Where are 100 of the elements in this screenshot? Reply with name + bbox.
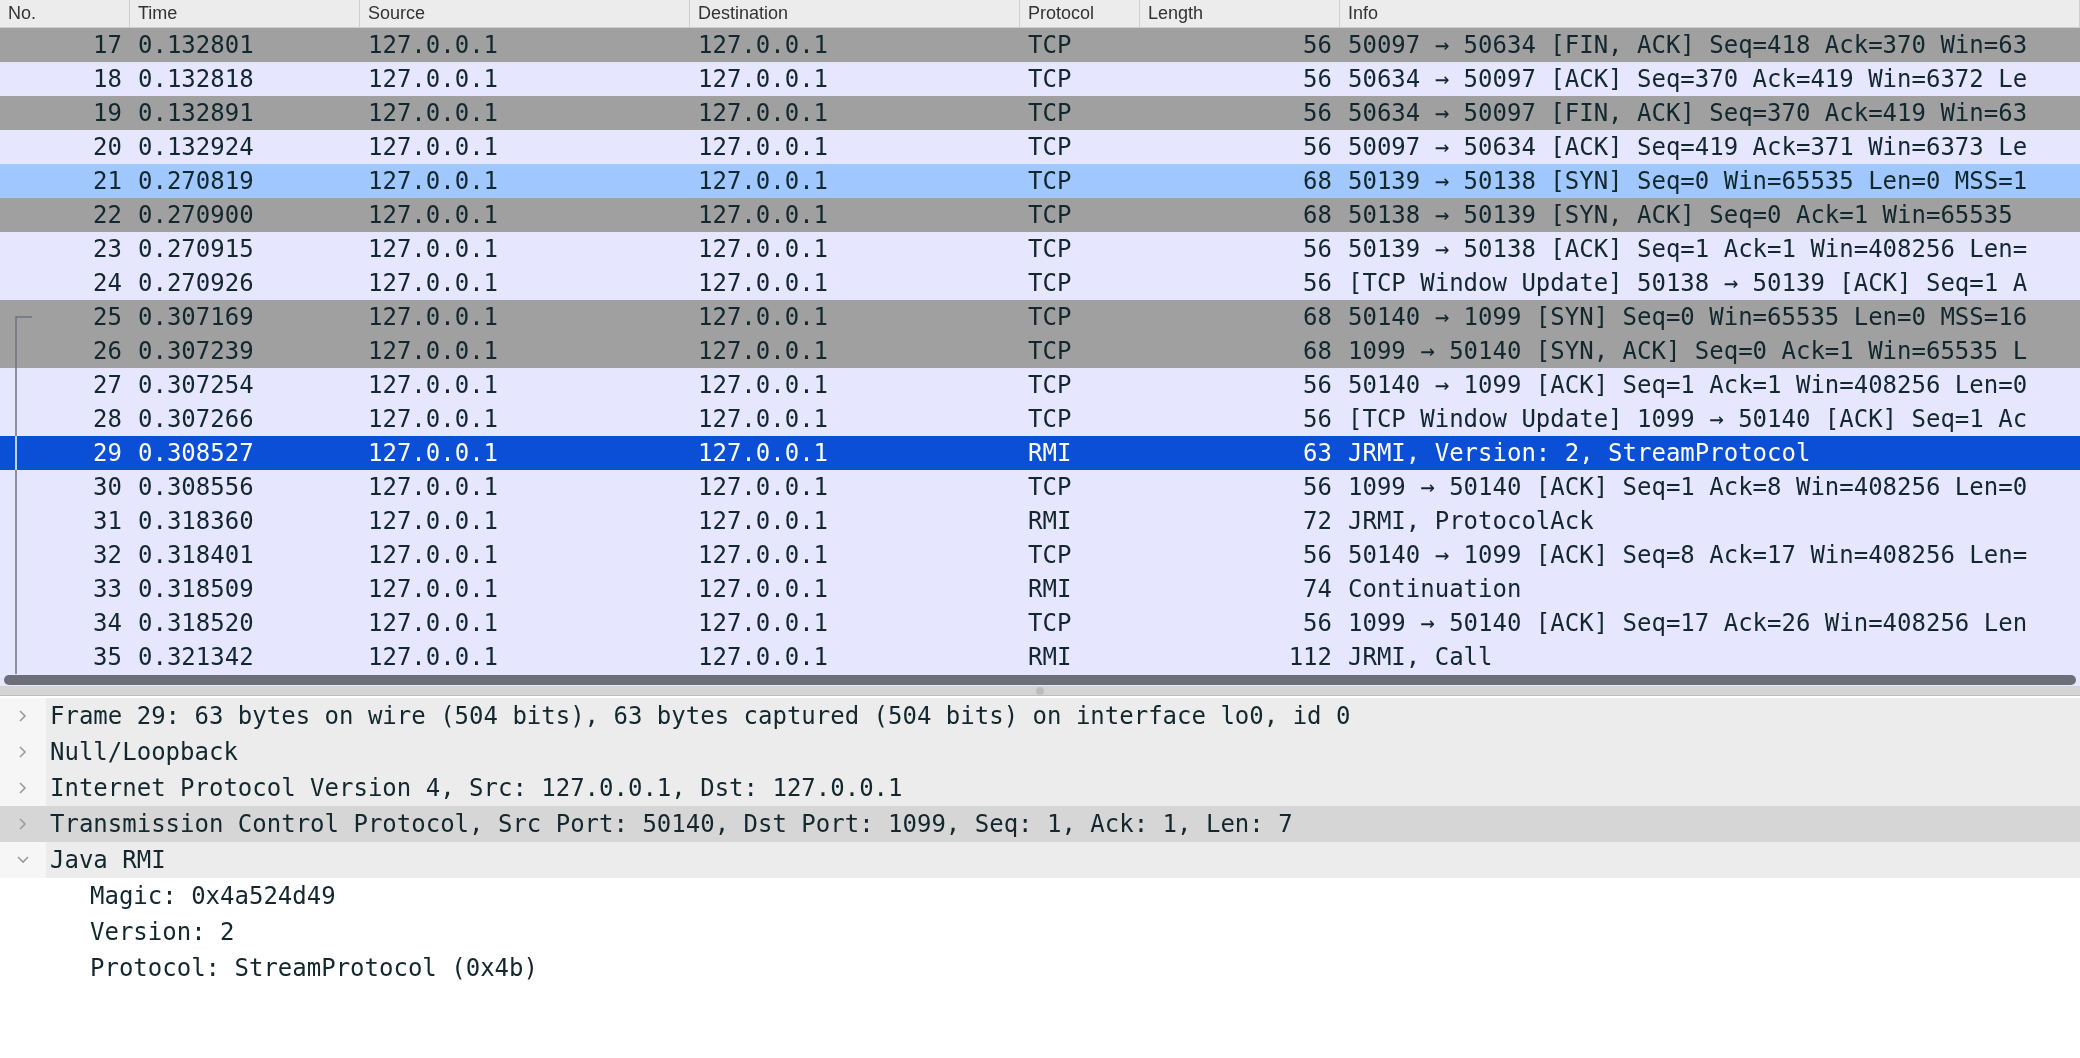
packet-destination: 127.0.0.1: [698, 405, 829, 433]
packet-source: 127.0.0.1: [368, 371, 499, 399]
packet-source: 127.0.0.1: [368, 269, 499, 297]
packet-source: 127.0.0.1: [368, 167, 499, 195]
packet-destination: 127.0.0.1: [698, 643, 829, 671]
packet-row[interactable]: 22 0.270900 127.0.0.1 127.0.0.1 TCP 68 50138 → 50139 [SYN, ACK] Seq=0 Ack=1 Win=65535: [0, 198, 2080, 232]
packet-info: 50634 → 50097 [ACK] Seq=370 Ack=419 Win=6372 Le: [1348, 65, 2028, 93]
packet-protocol: TCP: [1028, 541, 1072, 569]
packet-source: 127.0.0.1: [368, 303, 499, 331]
packet-destination: 127.0.0.1: [698, 541, 829, 569]
packet-row[interactable]: 29 0.308527 127.0.0.1 127.0.0.1 RMI 63 JRMI, Version: 2, StreamProtocol: [0, 436, 2080, 470]
packet-source: 127.0.0.1: [368, 473, 499, 501]
packet-info: 50634 → 50097 [FIN, ACK] Seq=370 Ack=419 Win=63: [1348, 99, 2028, 127]
column-header[interactable]: Time: [130, 0, 360, 27]
packet-length: 56: [1303, 99, 1332, 127]
detail-tree-item[interactable]: Frame 29: 63 bytes on wire (504 bits), 63 bytes captured (504 bits) on interface lo0, id 0: [0, 698, 2080, 734]
packet-length: 68: [1303, 167, 1332, 195]
column-header[interactable]: No.: [0, 0, 130, 27]
column-header[interactable]: Source: [360, 0, 690, 27]
packet-row[interactable]: 18 0.132818 127.0.0.1 127.0.0.1 TCP 56 50634 → 50097 [ACK] Seq=370 Ack=419 Win=6372 Le: [0, 62, 2080, 96]
packet-protocol: RMI: [1028, 575, 1072, 603]
packet-row[interactable]: 30 0.308556 127.0.0.1 127.0.0.1 TCP 56 1099 → 50140 [ACK] Seq=1 Ack=8 Win=408256 Len=0: [0, 470, 2080, 504]
packet-number: 21: [93, 167, 122, 195]
packet-destination: 127.0.0.1: [698, 337, 829, 365]
packet-length: 56: [1303, 405, 1332, 433]
packet-source: 127.0.0.1: [368, 65, 499, 93]
packet-time: 0.318360: [138, 507, 254, 535]
packet-protocol: TCP: [1028, 303, 1072, 331]
packet-time: 0.307254: [138, 371, 254, 399]
packet-source: 127.0.0.1: [368, 643, 499, 671]
detail-tree-item[interactable]: Null/Loopback: [0, 734, 2080, 770]
packet-destination: 127.0.0.1: [698, 65, 829, 93]
packet-number: 29: [93, 439, 122, 467]
packet-info: 50139 → 50138 [ACK] Seq=1 Ack=1 Win=408256 Len=: [1348, 235, 2028, 263]
packet-protocol: TCP: [1028, 337, 1072, 365]
packet-length: 68: [1303, 303, 1332, 331]
packet-number: 32: [93, 541, 122, 569]
packet-time: 0.318401: [138, 541, 254, 569]
packet-row[interactable]: 19 0.132891 127.0.0.1 127.0.0.1 TCP 56 50634 → 50097 [FIN, ACK] Seq=370 Ack=419 Win=63: [0, 96, 2080, 130]
packet-number: 35: [93, 643, 122, 671]
packet-source: 127.0.0.1: [368, 201, 499, 229]
packet-row[interactable]: 33 0.318509 127.0.0.1 127.0.0.1 RMI 74 Continuation: [0, 572, 2080, 606]
packet-source: 127.0.0.1: [368, 575, 499, 603]
packet-info: 50140 → 1099 [SYN] Seq=0 Win=65535 Len=0 MSS=16: [1348, 303, 2028, 331]
column-header[interactable]: Info: [1340, 0, 2080, 27]
packet-length: 63: [1303, 439, 1332, 467]
packet-number: 34: [93, 609, 122, 637]
packet-protocol: TCP: [1028, 65, 1072, 93]
packet-row[interactable]: 26 0.307239 127.0.0.1 127.0.0.1 TCP 68 1099 → 50140 [SYN, ACK] Seq=0 Ack=1 Win=65535 L: [0, 334, 2080, 368]
packet-time: 0.307266: [138, 405, 254, 433]
packet-info: 50139 → 50138 [SYN] Seq=0 Win=65535 Len=0 MSS=1: [1348, 167, 2028, 195]
column-header[interactable]: Length: [1140, 0, 1340, 27]
packet-protocol: TCP: [1028, 99, 1072, 127]
packet-time: 0.132891: [138, 99, 254, 127]
packet-length: 56: [1303, 235, 1332, 263]
packet-length: 74: [1303, 575, 1332, 603]
splitter-handle-icon[interactable]: [1036, 686, 1044, 695]
packet-info: [TCP Window Update] 50138 → 50139 [ACK] Seq=1 A: [1348, 269, 2028, 297]
packet-number: 22: [93, 201, 122, 229]
packet-row[interactable]: 28 0.307266 127.0.0.1 127.0.0.1 TCP 56 [TCP Window Update] 1099 → 50140 [ACK] Seq=1 Ac: [0, 402, 2080, 436]
packet-length: 56: [1303, 269, 1332, 297]
packet-info: 50097 → 50634 [ACK] Seq=419 Ack=371 Win=6373 Le: [1348, 133, 2028, 161]
packet-number: 30: [93, 473, 122, 501]
detail-tree-item[interactable]: Java RMI: [0, 842, 2080, 878]
horizontal-scrollbar[interactable]: [4, 675, 2076, 685]
packet-protocol: RMI: [1028, 439, 1072, 467]
packet-source: 127.0.0.1: [368, 235, 499, 263]
packet-info: [TCP Window Update] 1099 → 50140 [ACK] Seq=1 Ac: [1348, 405, 2028, 433]
packet-length: 56: [1303, 133, 1332, 161]
packet-length: 56: [1303, 31, 1332, 59]
packet-row[interactable]: 21 0.270819 127.0.0.1 127.0.0.1 TCP 68 50139 → 50138 [SYN] Seq=0 Win=65535 Len=0 MSS=1: [0, 164, 2080, 198]
packet-length: 72: [1303, 507, 1332, 535]
packet-time: 0.132801: [138, 31, 254, 59]
packet-number: 33: [93, 575, 122, 603]
packet-row[interactable]: 23 0.270915 127.0.0.1 127.0.0.1 TCP 56 50139 → 50138 [ACK] Seq=1 Ack=1 Win=408256 Len=: [0, 232, 2080, 266]
packet-number: 20: [93, 133, 122, 161]
packet-row[interactable]: 24 0.270926 127.0.0.1 127.0.0.1 TCP 56 [TCP Window Update] 50138 → 50139 [ACK] Seq=1 A: [0, 266, 2080, 300]
packet-row[interactable]: 31 0.318360 127.0.0.1 127.0.0.1 RMI 72 JRMI, ProtocolAck: [0, 504, 2080, 538]
packet-info: 1099 → 50140 [SYN, ACK] Seq=0 Ack=1 Win=65535 L: [1348, 337, 2028, 365]
packet-number: 31: [93, 507, 122, 535]
packet-source: 127.0.0.1: [368, 439, 499, 467]
detail-tree-item[interactable]: Internet Protocol Version 4, Src: 127.0.0.1, Dst: 127.0.0.1: [0, 770, 2080, 806]
packet-row[interactable]: 25 0.307169 127.0.0.1 127.0.0.1 TCP 68 50140 → 1099 [SYN] Seq=0 Win=65535 Len=0 MSS=16: [0, 300, 2080, 334]
packet-row[interactable]: 20 0.132924 127.0.0.1 127.0.0.1 TCP 56 50097 → 50634 [ACK] Seq=419 Ack=371 Win=6373 Le: [0, 130, 2080, 164]
packet-info: 50097 → 50634 [FIN, ACK] Seq=418 Ack=370 Win=63: [1348, 31, 2028, 59]
packet-row[interactable]: 34 0.318520 127.0.0.1 127.0.0.1 TCP 56 1099 → 50140 [ACK] Seq=17 Ack=26 Win=408256 Len: [0, 606, 2080, 640]
packet-row[interactable]: 17 0.132801 127.0.0.1 127.0.0.1 TCP 56 50097 → 50634 [FIN, ACK] Seq=418 Ack=370 Win=63: [0, 28, 2080, 62]
packet-row[interactable]: 35 0.321342 127.0.0.1 127.0.0.1 RMI 112 JRMI, Call: [0, 640, 2080, 674]
packet-protocol: RMI: [1028, 507, 1072, 535]
detail-tree-item[interactable]: Transmission Control Protocol, Src Port: 50140, Dst Port: 1099, Seq: 1, Ack: 1, Len: 7: [0, 806, 2080, 842]
packet-row[interactable]: 32 0.318401 127.0.0.1 127.0.0.1 TCP 56 50140 → 1099 [ACK] Seq=8 Ack=17 Win=408256 Len=: [0, 538, 2080, 572]
packet-row[interactable]: 27 0.307254 127.0.0.1 127.0.0.1 TCP 56 50140 → 1099 [ACK] Seq=1 Ack=1 Win=408256 Len=0: [0, 368, 2080, 402]
packet-destination: 127.0.0.1: [698, 575, 829, 603]
packet-info: 50138 → 50139 [SYN, ACK] Seq=0 Ack=1 Win=65535: [1348, 201, 2013, 229]
packet-protocol: TCP: [1028, 167, 1072, 195]
packet-time: 0.132924: [138, 133, 254, 161]
column-header[interactable]: Protocol: [1020, 0, 1140, 27]
packet-length: 68: [1303, 201, 1332, 229]
packet-info: JRMI, Version: 2, StreamProtocol: [1348, 439, 1811, 467]
column-header[interactable]: Destination: [690, 0, 1020, 27]
